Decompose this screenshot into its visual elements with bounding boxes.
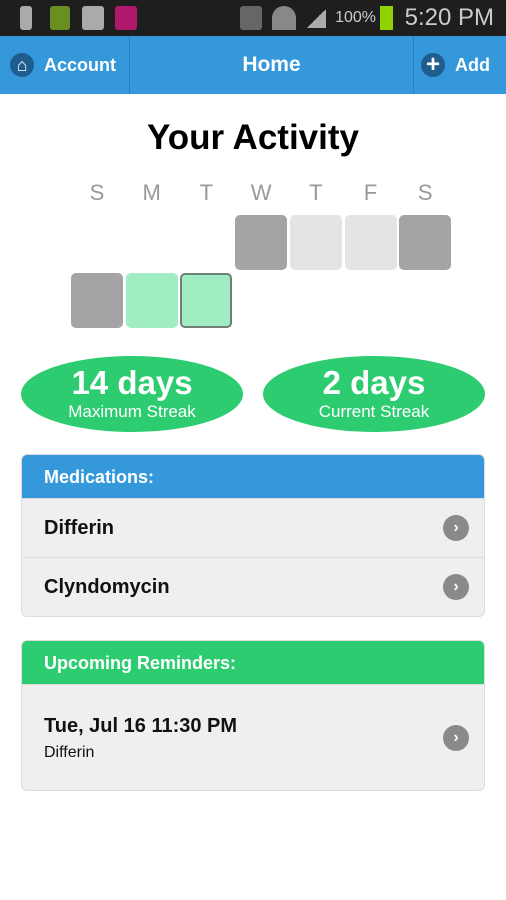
chevron-right-icon: › [443, 724, 469, 751]
day-label: S [89, 180, 105, 205]
current-streak-value: 2 days [322, 364, 426, 401]
day-cell-missed[interactable] [71, 273, 123, 328]
day-cell-empty[interactable] [344, 215, 397, 270]
home-icon: ⌂ [10, 53, 34, 77]
messenger-icon [82, 6, 104, 30]
activity-title: Your Activity [147, 118, 359, 157]
add-button[interactable]: + Add [421, 36, 490, 94]
medication-item[interactable]: Differin › [22, 498, 484, 557]
max-streak-label: Maximum Streak [68, 402, 196, 421]
chevron-right-icon: › [443, 574, 469, 600]
medication-item[interactable]: Clyndomycin › [22, 557, 484, 616]
day-cell-done-today[interactable] [180, 273, 233, 328]
day-label: T [309, 180, 323, 205]
day-label: M [142, 180, 161, 205]
divider [413, 36, 414, 94]
account-label: Account [44, 54, 116, 75]
day-label: S [417, 180, 433, 205]
mute-icon [240, 6, 262, 30]
account-button[interactable]: ⌂ Account [10, 36, 116, 94]
current-streak-label: Current Streak [318, 402, 430, 421]
reminders-header: Upcoming Reminders: [22, 641, 484, 684]
day-cell-missed[interactable] [235, 215, 288, 270]
battery-icon [50, 6, 70, 30]
medication-name: Clyndomycin [44, 576, 170, 598]
medication-name: Differin [44, 517, 114, 539]
max-streak-value: 14 days [71, 364, 193, 401]
tmobile-icon [115, 6, 137, 30]
signal-icon [306, 10, 326, 28]
day-cell-done[interactable] [125, 273, 178, 328]
wifi-icon [272, 6, 296, 30]
reminder-medication: Differin [44, 744, 95, 761]
battery-percent: 100% [335, 9, 376, 26]
chevron-right-icon: › [443, 515, 469, 541]
current-streak-badge: 2 days Current Streak [263, 356, 485, 432]
usb-icon [20, 6, 32, 30]
battery-level-icon [380, 6, 393, 30]
plus-icon: + [421, 51, 445, 78]
day-label: W [250, 180, 272, 205]
medications-header: Medications: [22, 455, 484, 498]
clock: 5:20 PM [404, 4, 494, 31]
page-title: Home [242, 53, 301, 76]
max-streak-badge: 14 days Maximum Streak [21, 356, 243, 432]
reminder-item[interactable]: Tue, Jul 16 11:30 PM Differin › [22, 684, 484, 790]
day-cell-empty[interactable] [289, 215, 342, 270]
day-cell-missed[interactable] [399, 215, 452, 270]
medications-card: Medications: Differin › Clyndomycin › [21, 454, 485, 617]
day-label: T [199, 180, 214, 205]
status-bar: 100% 5:20 PM [0, 0, 506, 36]
day-label: F [363, 180, 378, 205]
reminders-card: Upcoming Reminders: Tue, Jul 16 11:30 PM… [21, 640, 485, 791]
nav-bar: ⌂ Account Home + Add [0, 36, 506, 94]
reminder-time: Tue, Jul 16 11:30 PM [44, 715, 238, 737]
add-label: Add [455, 54, 490, 75]
